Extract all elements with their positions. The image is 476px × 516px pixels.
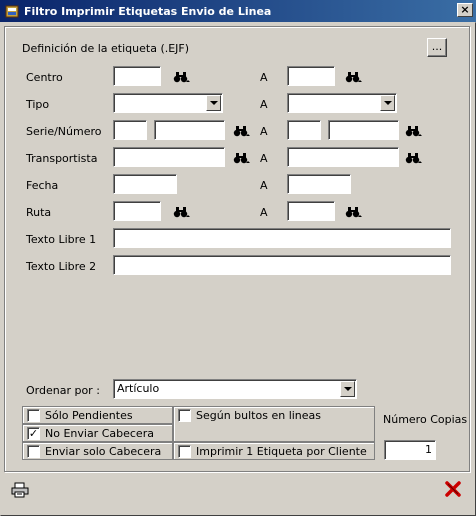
binoculars-icon[interactable] <box>233 124 251 138</box>
enviar-solo-cabecera-checkbox[interactable]: Enviar solo Cabecera <box>22 442 173 460</box>
range-separator: A <box>260 125 268 138</box>
binoculars-icon[interactable] <box>345 70 363 84</box>
fecha-label: Fecha <box>26 179 59 192</box>
ruta-label: Ruta <box>26 206 52 219</box>
tipo-label: Tipo <box>26 98 50 111</box>
binoculars-icon[interactable] <box>405 151 423 165</box>
checkbox-box[interactable] <box>27 444 40 458</box>
serie-from-input[interactable] <box>113 120 147 140</box>
transportista-to-input[interactable] <box>287 147 399 167</box>
solo-pendientes-checkbox[interactable]: Sólo Pendientes <box>22 406 173 424</box>
solo-pendientes-label: Sólo Pendientes <box>45 408 133 422</box>
checkmark-icon[interactable]: ✓ <box>27 426 40 440</box>
definicion-label: Definición de la etiqueta (.EJF) <box>22 42 190 55</box>
checkbox-box[interactable] <box>178 409 191 422</box>
chevron-down-icon[interactable] <box>206 95 221 111</box>
serie-to-input[interactable] <box>287 120 321 140</box>
checkbox-box[interactable] <box>178 444 191 458</box>
no-enviar-cabecera-checkbox[interactable]: ✓ No Enviar Cabecera <box>22 424 173 442</box>
range-separator: A <box>260 98 268 111</box>
segun-bultos-label: Según bultos en lineas <box>196 409 322 422</box>
texto-libre-1-input[interactable] <box>113 228 451 248</box>
tipo-to-select[interactable] <box>287 93 397 113</box>
fecha-from-input[interactable] <box>113 174 177 194</box>
printer-icon[interactable] <box>11 482 29 498</box>
ordenar-value: Artículo <box>117 382 160 395</box>
transportista-from-input[interactable] <box>113 147 225 167</box>
enviar-solo-cabecera-label: Enviar solo Cabecera <box>45 444 162 458</box>
copias-input[interactable]: 1 <box>384 440 436 460</box>
transportista-label: Transportista <box>26 152 98 165</box>
centro-to-input[interactable] <box>287 66 335 86</box>
numero-from-input[interactable] <box>154 120 225 140</box>
chevron-down-icon[interactable] <box>380 95 395 111</box>
serie-numero-label: Serie/Número <box>26 125 102 138</box>
ordenar-select[interactable]: Artículo <box>113 379 357 399</box>
close-button[interactable]: × <box>457 3 473 17</box>
range-separator: A <box>260 152 268 165</box>
texto-libre-2-input[interactable] <box>113 255 451 275</box>
binoculars-icon[interactable] <box>405 124 423 138</box>
tipo-from-select[interactable] <box>113 93 223 113</box>
imprimir-por-cliente-checkbox[interactable]: Imprimir 1 Etiqueta por Cliente <box>173 442 375 460</box>
window-title: Filtro Imprimir Etiquetas Envio de Linea <box>24 4 272 18</box>
title-bar: Filtro Imprimir Etiquetas Envio de Linea… <box>0 0 476 22</box>
binoculars-icon[interactable] <box>233 151 251 165</box>
binoculars-icon[interactable] <box>173 70 191 84</box>
ruta-to-input[interactable] <box>287 201 335 221</box>
red-x-icon[interactable] <box>444 481 462 497</box>
ruta-from-input[interactable] <box>113 201 161 221</box>
app-icon <box>4 3 20 19</box>
browse-button[interactable]: ... <box>427 38 447 57</box>
segun-bultos-checkbox[interactable]: Según bultos en lineas <box>173 406 375 442</box>
numero-to-input[interactable] <box>328 120 399 140</box>
centro-label: Centro <box>26 71 63 84</box>
binoculars-icon[interactable] <box>173 205 191 219</box>
texto-libre-2-label: Texto Libre 2 <box>26 260 97 273</box>
imprimir-por-cliente-label: Imprimir 1 Etiqueta por Cliente <box>196 444 367 458</box>
range-separator: A <box>260 71 268 84</box>
centro-from-input[interactable] <box>113 66 161 86</box>
chevron-down-icon[interactable] <box>340 381 355 397</box>
ordenar-label: Ordenar por : <box>26 384 100 397</box>
no-enviar-cabecera-label: No Enviar Cabecera <box>45 426 154 440</box>
range-separator: A <box>260 179 268 192</box>
copias-label: Número Copias <box>383 413 468 426</box>
checkbox-box[interactable] <box>27 408 40 422</box>
range-separator: A <box>260 206 268 219</box>
binoculars-icon[interactable] <box>345 205 363 219</box>
texto-libre-1-label: Texto Libre 1 <box>26 233 97 246</box>
fecha-to-input[interactable] <box>287 174 351 194</box>
